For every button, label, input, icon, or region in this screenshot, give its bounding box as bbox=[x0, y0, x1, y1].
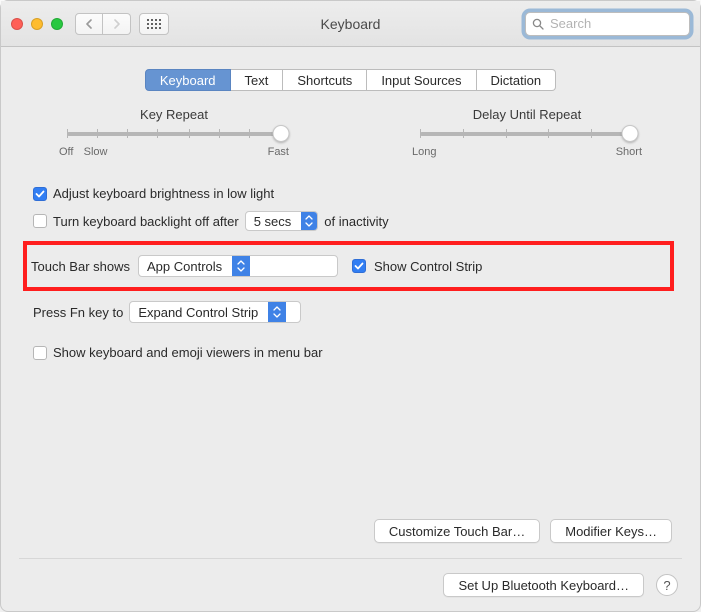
show-viewers-checkbox[interactable] bbox=[33, 346, 47, 360]
tab-shortcuts[interactable]: Shortcuts bbox=[283, 69, 367, 91]
search-field[interactable] bbox=[525, 12, 690, 36]
annotation-highlight: Touch Bar shows App Controls Show Contro… bbox=[23, 241, 674, 291]
inactivity-suffix: of inactivity bbox=[324, 214, 388, 229]
delay-until-title: Delay Until Repeat bbox=[412, 107, 642, 122]
adjust-brightness-checkbox[interactable] bbox=[33, 187, 47, 201]
tab-input-sources[interactable]: Input Sources bbox=[367, 69, 476, 91]
tab-text[interactable]: Text bbox=[231, 69, 284, 91]
popup-arrows-icon bbox=[232, 255, 250, 277]
separator bbox=[19, 558, 682, 559]
search-input[interactable] bbox=[548, 15, 683, 32]
popup-arrows-icon bbox=[301, 211, 317, 231]
delay-until-repeat-block: Delay Until Repeat Long Short bbox=[412, 107, 642, 158]
customize-touchbar-button[interactable]: Customize Touch Bar… bbox=[374, 519, 540, 543]
touchbar-buttons: Customize Touch Bar… Modifier Keys… bbox=[374, 519, 672, 543]
back-button[interactable] bbox=[75, 13, 103, 35]
slider-thumb[interactable] bbox=[621, 125, 638, 142]
forward-button[interactable] bbox=[103, 13, 131, 35]
options-group: Adjust keyboard brightness in low light … bbox=[29, 186, 672, 360]
tab-keyboard[interactable]: Keyboard bbox=[145, 69, 231, 91]
minimize-button[interactable] bbox=[31, 18, 43, 30]
show-control-strip-label: Show Control Strip bbox=[374, 259, 482, 274]
backlight-time-popup[interactable]: 5 secs bbox=[245, 211, 319, 231]
show-control-strip-checkbox[interactable] bbox=[352, 259, 366, 273]
fn-key-popup[interactable]: Expand Control Strip bbox=[129, 301, 301, 323]
tab-bar: Keyboard Text Shortcuts Input Sources Di… bbox=[145, 69, 556, 91]
prefs-window: Keyboard Keyboard Text Shortcuts Input S… bbox=[0, 0, 701, 612]
fn-key-row: Press Fn key to Expand Control Strip bbox=[33, 301, 668, 323]
search-icon bbox=[532, 18, 544, 30]
chevron-left-icon bbox=[85, 19, 93, 29]
slider-thumb[interactable] bbox=[273, 125, 290, 142]
show-all-button[interactable] bbox=[139, 13, 169, 35]
zoom-button[interactable] bbox=[51, 18, 63, 30]
adjust-brightness-label: Adjust keyboard brightness in low light bbox=[53, 186, 274, 201]
bluetooth-keyboard-button[interactable]: Set Up Bluetooth Keyboard… bbox=[443, 573, 644, 597]
close-button[interactable] bbox=[11, 18, 23, 30]
chevron-right-icon bbox=[113, 19, 121, 29]
window-controls bbox=[11, 18, 63, 30]
backlight-off-label: Turn keyboard backlight off after bbox=[53, 214, 239, 229]
grid-icon bbox=[147, 19, 161, 29]
show-viewers-row: Show keyboard and emoji viewers in menu … bbox=[33, 345, 668, 360]
tab-dictation[interactable]: Dictation bbox=[477, 69, 557, 91]
sliders-row: Key Repeat Off Slow Fast Delay Until Rep… bbox=[29, 107, 672, 158]
nav-buttons bbox=[75, 13, 131, 35]
key-repeat-slider[interactable] bbox=[67, 132, 281, 136]
show-viewers-label: Show keyboard and emoji viewers in menu … bbox=[53, 345, 323, 360]
footer: Set Up Bluetooth Keyboard… ? bbox=[443, 573, 678, 597]
key-repeat-block: Key Repeat Off Slow Fast bbox=[59, 107, 289, 158]
fn-key-label: Press Fn key to bbox=[33, 305, 123, 320]
backlight-off-row: Turn keyboard backlight off after 5 secs… bbox=[33, 211, 668, 231]
titlebar: Keyboard bbox=[1, 1, 700, 47]
modifier-keys-button[interactable]: Modifier Keys… bbox=[550, 519, 672, 543]
delay-until-slider[interactable] bbox=[420, 132, 634, 136]
checkmark-icon bbox=[354, 261, 364, 271]
key-repeat-title: Key Repeat bbox=[59, 107, 289, 122]
touchbar-shows-popup[interactable]: App Controls bbox=[138, 255, 338, 277]
backlight-off-checkbox[interactable] bbox=[33, 214, 47, 228]
help-button[interactable]: ? bbox=[656, 574, 678, 596]
checkmark-icon bbox=[35, 189, 45, 199]
popup-arrows-icon bbox=[268, 301, 286, 323]
touchbar-shows-label: Touch Bar shows bbox=[31, 259, 130, 274]
adjust-brightness-row: Adjust keyboard brightness in low light bbox=[33, 186, 668, 201]
content-area: Key Repeat Off Slow Fast Delay Until Rep… bbox=[1, 107, 700, 611]
